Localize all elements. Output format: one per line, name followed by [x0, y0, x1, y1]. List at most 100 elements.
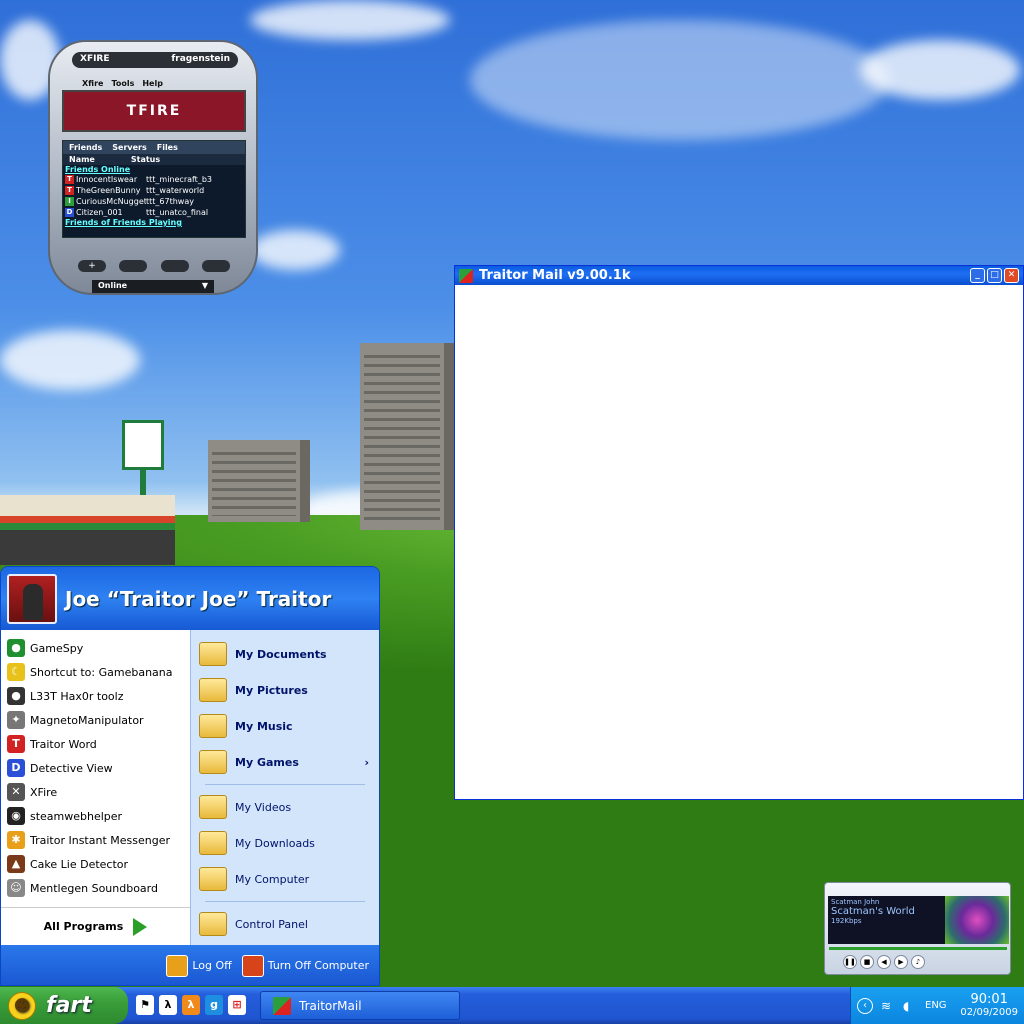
- gamespy-icon: ●: [7, 639, 25, 657]
- language-indicator[interactable]: ENG: [925, 1000, 947, 1011]
- program-item[interactable]: ● GameSpy: [1, 636, 190, 660]
- column-name[interactable]: Name: [69, 155, 95, 164]
- xfire-window[interactable]: XFIRE fragenstein Xfire Tools Help TFIRE…: [48, 40, 258, 295]
- speaker-icon[interactable]: ◖: [903, 999, 917, 1013]
- user-name: Joe “Traitor Joe” Traitor: [65, 586, 332, 611]
- program-item[interactable]: ◉ steamwebhelper: [1, 804, 190, 828]
- chevron-left-icon[interactable]: ‹: [857, 997, 873, 1014]
- program-item[interactable]: ☾ Shortcut to: Gamebanana: [1, 660, 190, 684]
- folder-pictures-icon: [199, 678, 227, 702]
- place-item[interactable]: My Music: [191, 708, 379, 744]
- key-icon: [166, 954, 189, 977]
- gmod-icon[interactable]: g: [205, 995, 223, 1015]
- all-programs-label: All Programs: [43, 920, 124, 933]
- pause-icon[interactable]: ❚❚: [843, 955, 857, 969]
- xfire-menu-xfire[interactable]: Xfire: [82, 79, 103, 88]
- steam-icon: ◉: [7, 807, 25, 825]
- program-label: steamwebhelper: [30, 809, 123, 823]
- friend-row[interactable]: D Citizen_001 ttt_unatco_final: [63, 207, 245, 218]
- next-icon[interactable]: ▶: [894, 955, 908, 969]
- place-item[interactable]: Control Panel: [191, 906, 379, 942]
- media-player-mini[interactable]: Scatman John Scatman's World 192Kbps ❚❚ …: [824, 882, 1011, 975]
- xfire-titlebar[interactable]: XFIRE fragenstein: [72, 52, 238, 68]
- gamepad-button[interactable]: [160, 260, 189, 272]
- traitor-mail-window[interactable]: Traitor Mail v9.00.1k _ □ ✕: [454, 265, 1024, 800]
- all-programs-button[interactable]: All Programs: [1, 907, 190, 945]
- runner-icon[interactable]: ⚑: [136, 995, 154, 1015]
- detective-icon: D: [7, 759, 25, 777]
- program-item[interactable]: ☺ Mentlegen Soundboard: [1, 876, 190, 900]
- place-item[interactable]: My Downloads: [191, 825, 379, 861]
- start-button[interactable]: ☻ fart: [0, 987, 128, 1024]
- program-item[interactable]: ✦ MagnetoManipulator: [1, 708, 190, 732]
- cloud: [250, 0, 450, 40]
- program-item[interactable]: ● L33T Hax0r toolz: [1, 684, 190, 708]
- cloud: [0, 330, 140, 390]
- group-friends-of-friends[interactable]: Friends of Friends Playing: [63, 218, 245, 227]
- status-select[interactable]: Online ▼: [92, 280, 214, 293]
- program-item[interactable]: D Detective View: [1, 756, 190, 780]
- cloud: [470, 20, 890, 140]
- minimize-button[interactable]: _: [970, 268, 985, 283]
- cloud: [250, 230, 340, 270]
- program-label: Mentlegen Soundboard: [30, 881, 158, 895]
- tab-friends[interactable]: Friends: [69, 143, 102, 152]
- program-item[interactable]: ✕ XFire: [1, 780, 190, 804]
- xfire-icon: ✕: [7, 783, 25, 801]
- submenu-arrow-icon: ›: [364, 755, 369, 769]
- add-friend-button[interactable]: +: [78, 260, 106, 272]
- place-item[interactable]: My Games ›: [191, 744, 379, 780]
- xfire-menu-help[interactable]: Help: [142, 79, 163, 88]
- taskbar-button-traitormail[interactable]: TraitorMail: [260, 991, 460, 1020]
- chat-button[interactable]: [119, 260, 148, 272]
- halflife-icon[interactable]: λ: [159, 995, 177, 1015]
- xfire-menubar: Xfire Tools Help: [82, 79, 163, 88]
- avatar[interactable]: [7, 573, 57, 624]
- banana-icon: ☾: [7, 663, 25, 681]
- messenger-icon: ✱: [7, 831, 25, 849]
- program-item[interactable]: ▲ Cake Lie Detector: [1, 852, 190, 876]
- game-icon: T: [65, 186, 74, 195]
- turn-off-button[interactable]: Turn Off Computer: [241, 954, 369, 977]
- windows-icon[interactable]: ⊞: [228, 995, 246, 1015]
- stop-icon[interactable]: ■: [860, 955, 874, 969]
- place-item[interactable]: My Computer: [191, 861, 379, 897]
- halflife-icon[interactable]: λ: [182, 995, 200, 1015]
- start-menu: Joe “Traitor Joe” Traitor ● GameSpy ☾ Short…: [0, 566, 380, 986]
- place-item[interactable]: My Documents: [191, 636, 379, 672]
- traitor-mail-icon: [273, 996, 291, 1015]
- group-friends-online[interactable]: Friends Online: [63, 165, 245, 174]
- seek-bar[interactable]: [829, 947, 1007, 950]
- apartment-building: [208, 440, 310, 522]
- tab-files[interactable]: Files: [157, 143, 178, 152]
- mail-titlebar[interactable]: Traitor Mail v9.00.1k _ □ ✕: [455, 266, 1023, 285]
- wireless-icon[interactable]: ≋: [881, 999, 895, 1013]
- friend-row[interactable]: I CuriousMcNugget ttt_67thway: [63, 196, 245, 207]
- friend-list: T InnocentIswear ttt_minecraft_b3 T TheGreen…: [63, 174, 245, 218]
- place-label: My Documents: [235, 647, 327, 661]
- clock[interactable]: 90:01 02/09/2009: [960, 992, 1024, 1018]
- maximize-button[interactable]: □: [987, 268, 1002, 283]
- program-item[interactable]: ✱ Traitor Instant Messenger: [1, 828, 190, 852]
- program-label: Traitor Word: [30, 737, 97, 751]
- place-item[interactable]: My Pictures: [191, 672, 379, 708]
- column-status[interactable]: Status: [131, 155, 160, 164]
- place-label: My Computer: [235, 872, 310, 886]
- friend-row[interactable]: T TheGreenBunny ttt_waterworld: [63, 185, 245, 196]
- start-label: fart: [46, 993, 92, 1018]
- place-item[interactable]: My Videos: [191, 789, 379, 825]
- options-button[interactable]: [201, 260, 230, 272]
- xfire-tabs: Friends Servers Files: [63, 141, 245, 154]
- xfire-menu-tools[interactable]: Tools: [111, 79, 134, 88]
- log-off-button[interactable]: Log Off: [166, 954, 232, 977]
- computer-icon: [199, 867, 227, 891]
- place-label: Control Panel: [235, 917, 308, 931]
- program-item[interactable]: T Traitor Word: [1, 732, 190, 756]
- previous-icon[interactable]: ◀: [877, 955, 891, 969]
- friend-row[interactable]: T InnocentIswear ttt_minecraft_b3: [63, 174, 245, 185]
- folder-videos-icon: [199, 795, 227, 819]
- tab-servers[interactable]: Servers: [112, 143, 146, 152]
- close-button[interactable]: ✕: [1004, 268, 1019, 283]
- player-controls: ❚❚ ■ ◀ ▶ ♪: [843, 955, 925, 969]
- volume-icon[interactable]: ♪: [911, 955, 925, 969]
